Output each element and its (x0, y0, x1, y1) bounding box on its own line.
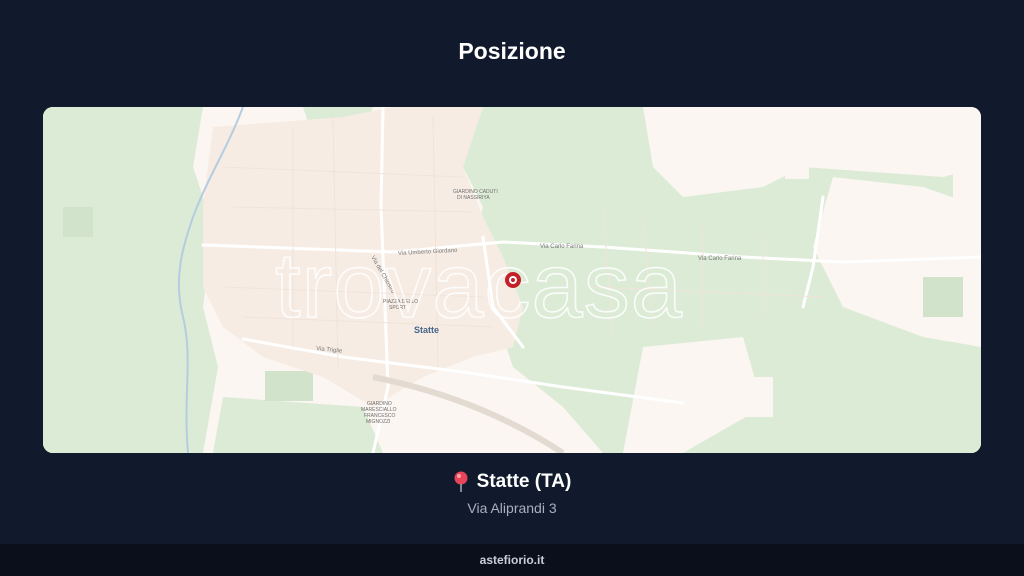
map[interactable]: GIARDINO CADUTI DI NASSIRIYA Via Umberto… (43, 107, 981, 453)
pin-icon (454, 471, 468, 492)
map-watermark: trovacasa (275, 235, 683, 337)
map-label-via-carlo-farina-2: Via Carlo Farina (698, 256, 742, 262)
map-location-marker[interactable] (505, 272, 521, 288)
location-name: Statte (TA) (476, 471, 572, 492)
location-row: Statte (TA) (0, 471, 1024, 493)
map-label-giardini-caduti-2: DI NASSIRIYA (457, 195, 490, 201)
footer-site[interactable]: astefiorio.it (480, 553, 545, 567)
map-canvas[interactable]: GIARDINO CADUTI DI NASSIRIYA Via Umberto… (43, 107, 981, 453)
location-address: Via Aliprandi 3 (467, 500, 557, 516)
page-title: Posizione (458, 38, 566, 64)
footer: astefiorio.it (0, 544, 1024, 576)
map-label-giardino-4: MIGNOZZI (366, 419, 390, 425)
